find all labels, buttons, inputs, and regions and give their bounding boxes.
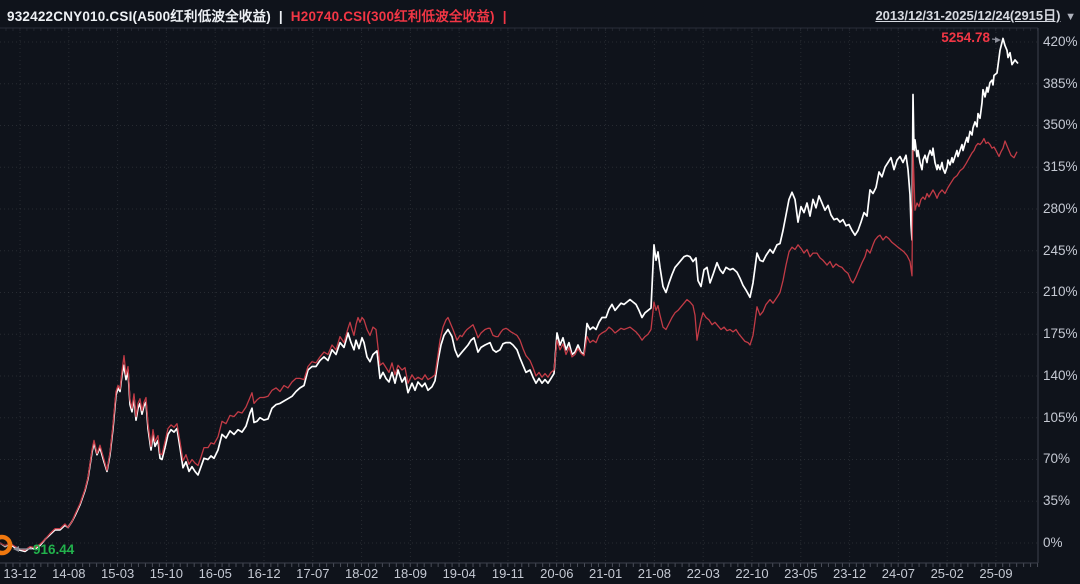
series-legend: 932422CNY010.CSI(A500红利低波全收益) | H20740.C…: [7, 5, 511, 25]
y-axis-tick-label: 245%: [1043, 242, 1078, 258]
x-axis-tick-label: 23-12: [832, 566, 867, 581]
x-axis-tick-label: 15-03: [100, 566, 135, 581]
series-line-a500: [0, 37, 1019, 553]
x-axis-tick-label: 18-09: [393, 566, 428, 581]
date-range-text[interactable]: 2013/12/31-2025/12/24(2915日): [875, 8, 1060, 23]
y-axis-tick-label: 210%: [1043, 284, 1078, 300]
y-axis-tick-label: 420%: [1043, 33, 1078, 49]
max-value-label: 5254.78: [941, 30, 990, 45]
legend-separator: |: [502, 9, 507, 24]
x-axis-tick-label: 22-03: [686, 566, 720, 581]
x-axis-tick-label: 16-05: [198, 566, 232, 581]
x-axis-tick-label: 17-07: [296, 566, 330, 581]
y-axis-tick-label: 105%: [1043, 409, 1078, 425]
x-axis-tick-label: 25-09: [979, 566, 1013, 581]
x-axis-tick-label: 23-05: [784, 566, 818, 581]
x-axis-tick-label: 13-12: [3, 566, 37, 581]
y-axis-tick-label: 175%: [1043, 326, 1078, 342]
min-value-label: 916.44: [33, 542, 75, 557]
y-axis-tick-label: 35%: [1043, 493, 1071, 509]
y-axis-tick-label: 0%: [1043, 535, 1063, 550]
legend-series-300[interactable]: H20740.CSI(300红利低波全收益): [291, 9, 495, 24]
x-axis-tick-label: 16-12: [247, 566, 281, 581]
x-axis-tick-label: 22-10: [735, 566, 769, 581]
y-axis-tick-label: 350%: [1043, 117, 1078, 133]
comparison-line-chart[interactable]: [0, 0, 1080, 584]
legend-series-a500[interactable]: 932422CNY010.CSI(A500红利低波全收益): [7, 9, 271, 24]
y-axis-tick-label: 280%: [1043, 200, 1078, 216]
chart-window: 932422CNY010.CSI(A500红利低波全收益) | H20740.C…: [0, 0, 1080, 584]
x-axis-tick-label: 20-06: [540, 566, 574, 581]
x-axis-tick-label: 24-07: [881, 566, 916, 581]
x-axis-tick-label: 14-08: [52, 566, 86, 581]
x-axis-tick-label: 25-02: [930, 566, 964, 581]
x-axis-tick-label: 15-10: [149, 566, 184, 581]
x-axis-tick-label: 19-04: [442, 566, 476, 581]
date-range-selector[interactable]: 2013/12/31-2025/12/24(2915日) ▼: [875, 5, 1076, 24]
start-point-marker: [0, 534, 13, 556]
y-axis-tick-label: 140%: [1043, 367, 1078, 383]
x-axis-tick-label: 21-01: [588, 566, 623, 581]
chart-header: 932422CNY010.CSI(A500红利低波全收益) | H20740.C…: [0, 0, 1080, 28]
x-axis-tick-label: 19-11: [491, 566, 525, 581]
x-axis-tick-label: 21-08: [637, 566, 672, 581]
x-axis-tick-label: 18-02: [344, 566, 379, 581]
y-axis-tick-label: 315%: [1043, 159, 1078, 175]
chevron-down-icon[interactable]: ▼: [1065, 11, 1076, 23]
legend-separator: |: [278, 9, 283, 24]
y-axis-tick-label: 385%: [1043, 75, 1078, 91]
y-axis-tick-label: 70%: [1043, 451, 1071, 467]
